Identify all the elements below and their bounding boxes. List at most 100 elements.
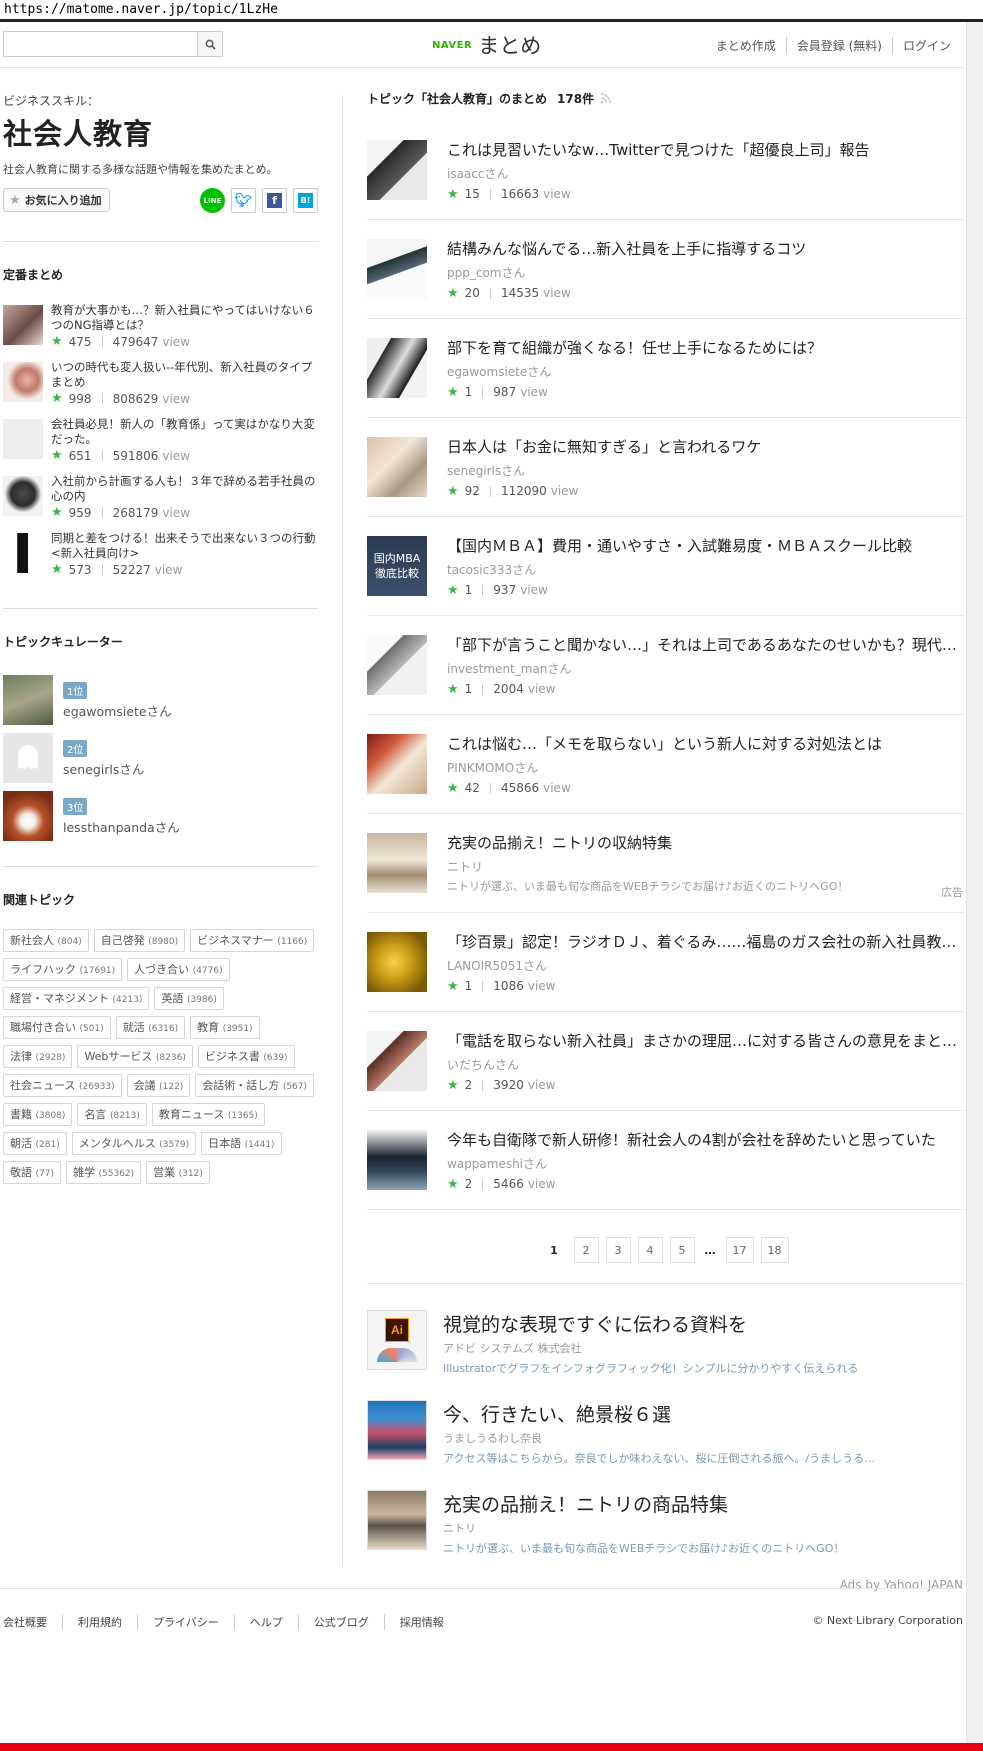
- related-tag[interactable]: 会議 (122): [126, 1074, 191, 1097]
- site-logo[interactable]: NAVER まとめ: [432, 30, 541, 60]
- related-tag[interactable]: ビジネスマナー (1166): [190, 929, 315, 952]
- related-tag[interactable]: 日本語 (1441): [201, 1132, 282, 1155]
- related-tag[interactable]: 人づき合い (4776): [127, 958, 230, 981]
- list-item[interactable]: 会社員必見！新人の「教育係」って実はかなり大変だった。 ★ 651 591806 vi…: [3, 417, 318, 474]
- article-title[interactable]: 今年も自衛隊で新人研修！新社会人の4割が会社を辞めたいと思っていた: [447, 1129, 963, 1150]
- rss-icon[interactable]: [600, 93, 611, 104]
- hatena-share-button[interactable]: B!: [293, 188, 318, 213]
- ad-title[interactable]: 視覚的な表現ですぐに伝わる資料を: [443, 1310, 883, 1337]
- article-row[interactable]: 「電話を取らない新入社員」まさかの理屈…に対する皆さんの意見をまとめましたいだち…: [367, 1012, 963, 1111]
- footer-link-privacy[interactable]: プライバシー: [137, 1614, 234, 1630]
- footer-link-recruit[interactable]: 採用情報: [383, 1614, 459, 1630]
- related-tag[interactable]: 経営・マネジメント (4213): [3, 987, 150, 1010]
- article-author[interactable]: LANOIR5051さん: [447, 957, 963, 974]
- register-link[interactable]: 会員登録 (無料): [785, 37, 892, 54]
- list-item[interactable]: 入社前から計画する人も！３年で辞める若手社員の心の内 ★ 959 268179 vie…: [3, 474, 318, 531]
- ad-item[interactable]: 今、行きたい、絶景桜６選 うましうるわし奈良 アクセス等はこちらから。奈良でしか味わ…: [367, 1400, 963, 1490]
- ad-item[interactable]: 充実の品揃え！ニトリの商品特集 ニトリ ニトリが選ぶ、いま最も旬な商品をWEBチラシ…: [367, 1490, 963, 1580]
- article-title[interactable]: 結構みんな悩んでる…新入社員を上手に指導するコツ: [447, 238, 963, 259]
- article-row[interactable]: これは悩む…「メモを取らない」という新人に対する対処法とは PINKMOMOさん ★…: [367, 715, 963, 814]
- footer-link-terms[interactable]: 利用規約: [62, 1614, 137, 1630]
- article-author[interactable]: PINKMOMOさん: [447, 759, 963, 776]
- article-author[interactable]: senegirlsさん: [447, 462, 963, 479]
- article-row[interactable]: 国内MBA徹底比較 【国内ＭＢＡ】費用・通いやすさ・入試難易度・ＭＢＡスクール比較…: [367, 517, 963, 616]
- article-author[interactable]: investment_manさん: [447, 660, 963, 677]
- curator-name[interactable]: egawomsieteさん: [63, 701, 172, 720]
- article-title[interactable]: 日本人は「お金に無知すぎる」と言われるワケ: [447, 436, 963, 457]
- item-title[interactable]: 会社員必見！新人の「教育係」って実はかなり大変だった。: [51, 417, 318, 447]
- article-author[interactable]: ppp_comさん: [447, 264, 963, 281]
- article-title[interactable]: 「部下が言うこと聞かない…」それは上司であるあなたのせいかも？現代の若者の特徴: [447, 634, 963, 655]
- article-author[interactable]: egawomsieteさん: [447, 363, 963, 380]
- article-row[interactable]: これは見習いたいなw…Twitterで見つけた「超優良上司」報告 isaaccさん…: [367, 121, 963, 220]
- ad-title[interactable]: 今、行きたい、絶景桜６選: [443, 1400, 883, 1427]
- article-title[interactable]: これは悩む…「メモを取らない」という新人に対する対処法とは: [447, 733, 963, 754]
- curator-item[interactable]: 2位 senegirlsさん: [3, 729, 318, 787]
- article-title[interactable]: 充実の品揃え！ニトリの収納特集: [447, 832, 963, 853]
- curator-name[interactable]: senegirlsさん: [63, 759, 144, 778]
- curator-item[interactable]: 3位 lessthanpandaさん: [3, 787, 318, 845]
- article-title[interactable]: 「電話を取らない新入社員」まさかの理屈…に対する皆さんの意見をまとめました: [447, 1030, 963, 1051]
- create-matome-link[interactable]: まとめ作成: [706, 37, 786, 54]
- related-tag[interactable]: 書籍 (3808): [3, 1103, 73, 1126]
- pager-link[interactable]: 2: [573, 1237, 599, 1263]
- article-author[interactable]: isaaccさん: [447, 165, 963, 182]
- article-row[interactable]: 「部下が言うこと聞かない…」それは上司であるあなたのせいかも？現代の若者の特徴 i…: [367, 616, 963, 715]
- related-tag[interactable]: 法律 (2928): [3, 1045, 73, 1068]
- related-tag[interactable]: ビジネス書 (639): [197, 1045, 295, 1068]
- footer-link-blog[interactable]: 公式ブログ: [297, 1614, 384, 1630]
- related-tag[interactable]: 会話術・話し方 (567): [195, 1074, 315, 1097]
- article-row[interactable]: 日本人は「お金に無知すぎる」と言われるワケ senegirlsさん ★ 92 11209…: [367, 418, 963, 517]
- ad-article-row[interactable]: 広告 充実の品揃え！ニトリの収納特集 ニトリ ニトリが選ぶ、いま最も旬な商品をWEBチ…: [367, 814, 963, 913]
- pager-link[interactable]: 5: [669, 1237, 695, 1263]
- item-title[interactable]: いつの時代も変人扱い--年代別、新入社員のタイプまとめ: [51, 360, 318, 390]
- related-tag[interactable]: 英語 (3986): [154, 987, 224, 1010]
- article-title[interactable]: 「珍百景」認定！ラジオＤＪ、着ぐるみ……福島のガス会社の新入社員教育がすごい: [447, 931, 963, 952]
- facebook-share-button[interactable]: f: [262, 188, 287, 213]
- topic-category[interactable]: ビジネススキル：: [3, 92, 318, 109]
- article-title[interactable]: これは見習いたいなw…Twitterで見つけた「超優良上司」報告: [447, 139, 963, 160]
- url-bar[interactable]: https://matome.naver.jp/topic/1LzHe: [0, 0, 983, 22]
- item-title[interactable]: 入社前から計画する人も！３年で辞める若手社員の心の内: [51, 474, 318, 504]
- related-tag[interactable]: ライフハック (17691): [3, 958, 123, 981]
- article-author[interactable]: いだちんさん: [447, 1056, 963, 1073]
- scrollbar[interactable]: [966, 22, 983, 1751]
- article-row[interactable]: 部下を育て組織が強くなる！任せ上手になるためには？ egawomsieteさん ★ 1…: [367, 319, 963, 418]
- list-item[interactable]: 教育が大事かも…？新入社員にやってはいけない６つのNG指導とは？ ★ 475 479…: [3, 303, 318, 360]
- search-input[interactable]: [4, 32, 197, 56]
- related-tag[interactable]: 営業 (312): [146, 1161, 210, 1184]
- related-tag[interactable]: 自己啓発 (8980): [93, 929, 186, 952]
- pager-link[interactable]: 3: [605, 1237, 631, 1263]
- pager-link[interactable]: 4: [637, 1237, 663, 1263]
- pager-link[interactable]: 18: [760, 1237, 789, 1263]
- related-tag[interactable]: 名言 (8213): [77, 1103, 147, 1126]
- related-tag[interactable]: 雑学 (55362): [65, 1161, 142, 1184]
- related-tag[interactable]: 就活 (6316): [115, 1016, 186, 1039]
- related-tag[interactable]: 新社会人 (804): [3, 929, 89, 952]
- twitter-share-button[interactable]: 🐦︎: [231, 188, 256, 213]
- related-tag[interactable]: Webサービス (8236): [77, 1045, 193, 1068]
- related-tag[interactable]: 朝活 (281): [3, 1132, 67, 1155]
- related-tag[interactable]: 敬語 (77): [3, 1161, 61, 1184]
- item-title[interactable]: 同期と差をつける！出来そうで出来ない３つの行動 <新入社員向け>: [51, 531, 318, 561]
- article-author[interactable]: tacosic333さん: [447, 561, 963, 578]
- article-row[interactable]: 「珍百景」認定！ラジオＤＪ、着ぐるみ……福島のガス会社の新入社員教育がすごい LA…: [367, 913, 963, 1012]
- article-author[interactable]: wappameshiさん: [447, 1155, 963, 1172]
- curator-name[interactable]: lessthanpandaさん: [63, 817, 180, 836]
- ad-item[interactable]: Ai 視覚的な表現ですぐに伝わる資料を アドビ システムズ 株式会社 Illustr…: [367, 1310, 963, 1400]
- related-tag[interactable]: 教育ニュース (1365): [151, 1103, 265, 1126]
- ad-title[interactable]: 充実の品揃え！ニトリの商品特集: [443, 1490, 883, 1517]
- article-row[interactable]: 結構みんな悩んでる…新入社員を上手に指導するコツ ppp_comさん ★ 20 1453…: [367, 220, 963, 319]
- footer-link-help[interactable]: ヘルプ: [233, 1614, 298, 1630]
- list-item[interactable]: いつの時代も変人扱い--年代別、新入社員のタイプまとめ ★ 998 808629 vi…: [3, 360, 318, 417]
- article-title[interactable]: 部下を育て組織が強くなる！任せ上手になるためには？: [447, 337, 963, 358]
- related-tag[interactable]: 社会ニュース (26933): [3, 1074, 122, 1097]
- article-title[interactable]: 【国内ＭＢＡ】費用・通いやすさ・入試難易度・ＭＢＡスクール比較: [447, 535, 963, 556]
- pager-link[interactable]: 17: [725, 1237, 754, 1263]
- related-tag[interactable]: メンタルヘルス (3579): [71, 1132, 197, 1155]
- article-row[interactable]: 今年も自衛隊で新人研修！新社会人の4割が会社を辞めたいと思っていた wappame…: [367, 1111, 963, 1210]
- item-title[interactable]: 教育が大事かも…？新入社員にやってはいけない６つのNG指導とは？: [51, 303, 318, 333]
- login-link[interactable]: ログイン: [891, 37, 961, 54]
- related-tag[interactable]: 教育 (3951): [190, 1016, 260, 1039]
- list-item[interactable]: 同期と差をつける！出来そうで出来ない３つの行動 <新入社員向け> ★ 573 522…: [3, 531, 318, 588]
